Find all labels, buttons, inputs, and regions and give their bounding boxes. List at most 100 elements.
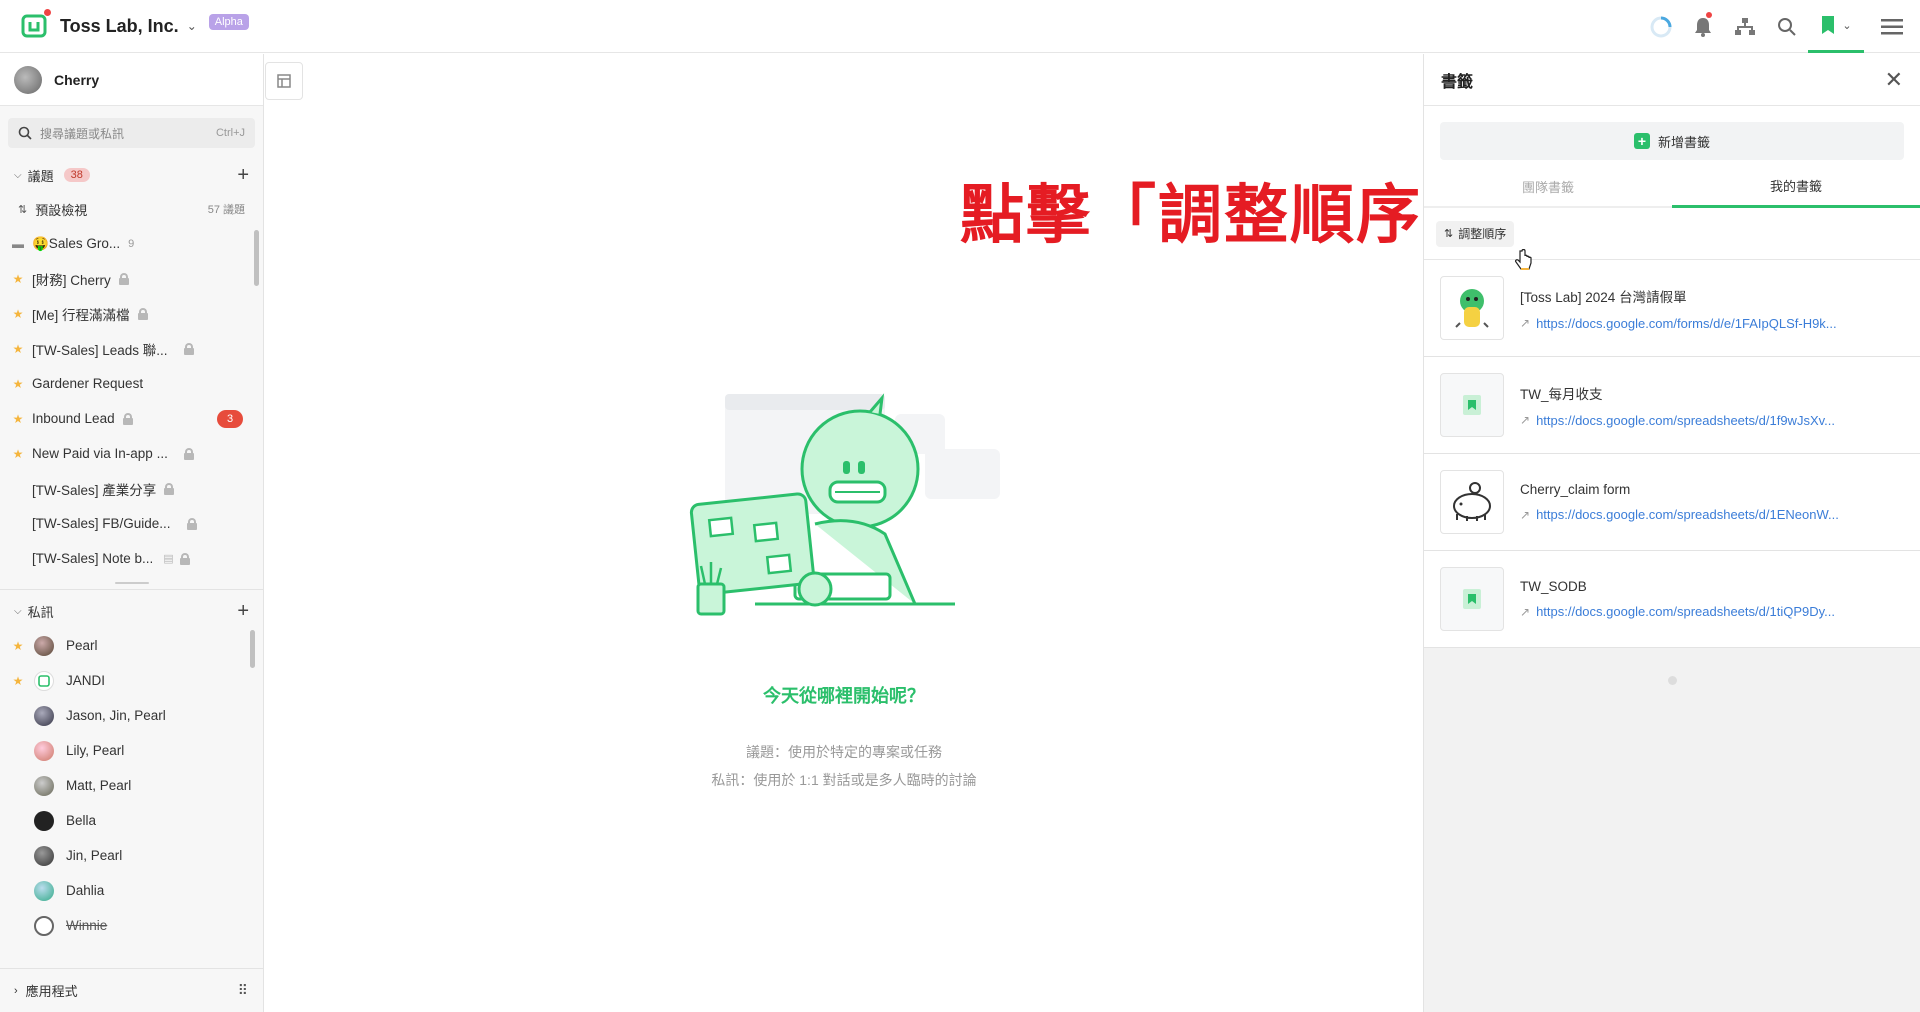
avatar[interactable] <box>14 65 42 94</box>
topic-item[interactable]: ★ [財務] Cherry <box>0 261 263 296</box>
bookmark-thumbnail <box>1440 470 1504 534</box>
topic-item[interactable]: ★ [TW-Sales] Note b... ▤ <box>0 541 263 576</box>
avatar <box>34 635 54 656</box>
topic-item[interactable]: ★ [TW-Sales] Leads 聯... <box>0 331 263 366</box>
topic-item[interactable]: ★ [Me] 行程滿滿檔 <box>0 296 263 331</box>
apps-grid-icon[interactable]: ⠿ <box>238 982 249 999</box>
dm-item[interactable]: ★ Lily, Pearl <box>0 733 263 768</box>
loading-ring-icon[interactable] <box>1640 0 1682 53</box>
dm-section-header[interactable]: ⌵ 私訊 + <box>0 594 263 628</box>
dm-label: Matt, Pearl <box>66 778 132 793</box>
star-icon[interactable]: ★ <box>10 272 26 286</box>
topic-item[interactable]: ★ Gardener Request <box>0 366 263 401</box>
star-icon[interactable]: ★ <box>10 639 26 653</box>
default-view-label: 預設檢視 <box>35 202 88 218</box>
bookmark-menu-icon[interactable]: ⌄ <box>1808 0 1864 53</box>
avatar <box>34 705 54 726</box>
dm-label: Winnie <box>66 918 108 933</box>
dm-item[interactable]: ★ Jason, Jin, Pearl <box>0 698 263 733</box>
panel-toggle-button[interactable] <box>265 62 303 100</box>
close-icon[interactable]: ✕ <box>1885 67 1903 93</box>
external-link-icon: ↗ <box>1520 316 1531 330</box>
dm-item[interactable]: ★ Jin, Pearl <box>0 838 263 873</box>
apps-label: 應用程式 <box>25 984 78 999</box>
external-link-icon: ↗ <box>1520 413 1531 427</box>
hamburger-menu-icon[interactable] <box>1864 0 1920 53</box>
external-link-icon: ↗ <box>1520 604 1531 619</box>
bookmark-thumbnail <box>1440 567 1504 631</box>
dm-label: Dahlia <box>66 883 105 898</box>
dm-item[interactable]: ★ Winnie <box>0 908 263 943</box>
chevron-down-icon[interactable]: ⌵ <box>14 170 22 181</box>
chevron-down-icon[interactable]: ⌄ <box>187 19 197 33</box>
bookmark-url: https://docs.google.com/spreadsheets/d/1… <box>1536 412 1835 428</box>
add-dm-button[interactable]: + <box>237 600 249 623</box>
reorder-button[interactable]: ⇅ 調整順序 <box>1436 220 1515 247</box>
bookmark-name: TW_SODB <box>1520 579 1587 594</box>
search-input[interactable]: 搜尋議題或私訊 Ctrl+J <box>8 118 255 148</box>
dm-item[interactable]: ★ Bella <box>0 803 263 838</box>
external-link-icon: ↗ <box>1520 507 1531 522</box>
overlay-instruction: 點擊「調整順序」 <box>960 179 1488 251</box>
bookmark-link[interactable]: ↗ https://docs.google.com/forms/d/e/1FAI… <box>1520 316 1837 331</box>
topic-label: Inbound Lead <box>32 411 115 426</box>
avatar <box>34 810 54 831</box>
star-icon[interactable]: ★ <box>10 412 26 426</box>
apps-bar[interactable]: › 應用程式 ⠿ <box>0 968 263 1012</box>
bookmark-panel-header: 書籤 ✕ <box>1424 54 1920 106</box>
dm-item[interactable]: ★ JANDI <box>0 663 263 698</box>
search-icon[interactable] <box>1766 0 1808 53</box>
star-icon[interactable]: ★ <box>10 674 26 688</box>
org-chart-icon[interactable] <box>1724 0 1766 53</box>
star-icon[interactable]: ★ <box>10 342 26 356</box>
star-icon[interactable]: ★ <box>10 447 26 461</box>
bookmark-link[interactable]: ↗ https://docs.google.com/spreadsheets/d… <box>1520 413 1835 428</box>
topic-item[interactable]: ★ Inbound Lead 3 <box>0 401 263 436</box>
main-area: 點擊「調整順序」 今天從哪裡開始呢？ 議題：使用於特定的專案或任務 私訊：使用於… <box>265 54 1486 1012</box>
jandi-logo-icon[interactable] <box>20 9 51 40</box>
dm-label: Bella <box>66 813 97 828</box>
topics-title: 議題 <box>27 168 54 184</box>
dm-scrollbar[interactable] <box>250 630 255 668</box>
search-icon <box>18 126 32 140</box>
tab-team-bookmarks[interactable]: 團隊書籤 <box>1424 166 1672 208</box>
dm-label: Lily, Pearl <box>66 743 125 758</box>
bell-icon[interactable] <box>1682 0 1724 53</box>
default-view-filter[interactable]: ⇅ 預設檢視 57 議題 <box>0 192 263 226</box>
star-icon[interactable]: ★ <box>10 377 26 391</box>
add-bookmark-button[interactable]: + 新增書籤 <box>1440 122 1904 160</box>
bookmark-link[interactable]: ↗ https://docs.google.com/spreadsheets/d… <box>1520 507 1839 522</box>
pagination-dot[interactable] <box>1668 676 1677 685</box>
bookmark-thumbnail <box>1440 276 1504 340</box>
bookmark-link[interactable]: ↗ https://docs.google.com/spreadsheets/d… <box>1520 604 1835 619</box>
search-placeholder: 搜尋議題或私訊 <box>40 126 125 141</box>
bookmark-name: TW_每月收支 <box>1520 386 1603 402</box>
sort-icon: ⇅ <box>18 203 28 216</box>
add-topic-button[interactable]: + <box>237 164 249 187</box>
topic-folder[interactable]: ▬ 🤑Sales Gro... 9 <box>0 226 263 261</box>
star-icon[interactable]: ★ <box>10 307 26 321</box>
chevron-right-icon[interactable]: › <box>14 985 18 997</box>
lock-icon <box>183 343 194 355</box>
dm-item[interactable]: ★ Dahlia <box>0 873 263 908</box>
bookmark-item[interactable]: [Toss Lab] 2024 台灣請假單 ↗ https://docs.goo… <box>1424 260 1920 357</box>
topic-item[interactable]: ★ [TW-Sales] 產業分享 <box>0 471 263 506</box>
bookmark-item[interactable]: TW_每月收支 ↗ https://docs.google.com/spread… <box>1424 357 1920 454</box>
chevron-down-icon[interactable]: ⌵ <box>14 606 22 617</box>
section-divider[interactable] <box>0 576 263 590</box>
user-profile[interactable]: Cherry <box>0 54 263 106</box>
topic-item[interactable]: ★ [TW-Sales] FB/Guide... <box>0 506 263 541</box>
dm-item[interactable]: ★ Matt, Pearl <box>0 768 263 803</box>
alpha-badge: Alpha <box>208 14 249 30</box>
tab-my-bookmarks[interactable]: 我的書籤 <box>1672 166 1920 208</box>
default-view-count: 57 議題 <box>207 204 245 216</box>
team-name[interactable]: Toss Lab, Inc. <box>60 16 179 37</box>
topic-item[interactable]: ★ New Paid via In-app ... <box>0 436 263 471</box>
bookmark-item[interactable]: Cherry_claim form ↗ https://docs.google.… <box>1424 454 1920 551</box>
bookmark-item[interactable]: TW_SODB ↗ https://docs.google.com/spread… <box>1424 551 1920 648</box>
dm-item[interactable]: ★ Pearl <box>0 628 263 663</box>
topics-section-header[interactable]: ⌵ 議題 38 + <box>0 158 263 192</box>
bookmark-name: Cherry_claim form <box>1520 482 1631 497</box>
topic-label: New Paid via In-app ... <box>32 446 168 461</box>
topic-label: Gardener Request <box>32 376 144 391</box>
